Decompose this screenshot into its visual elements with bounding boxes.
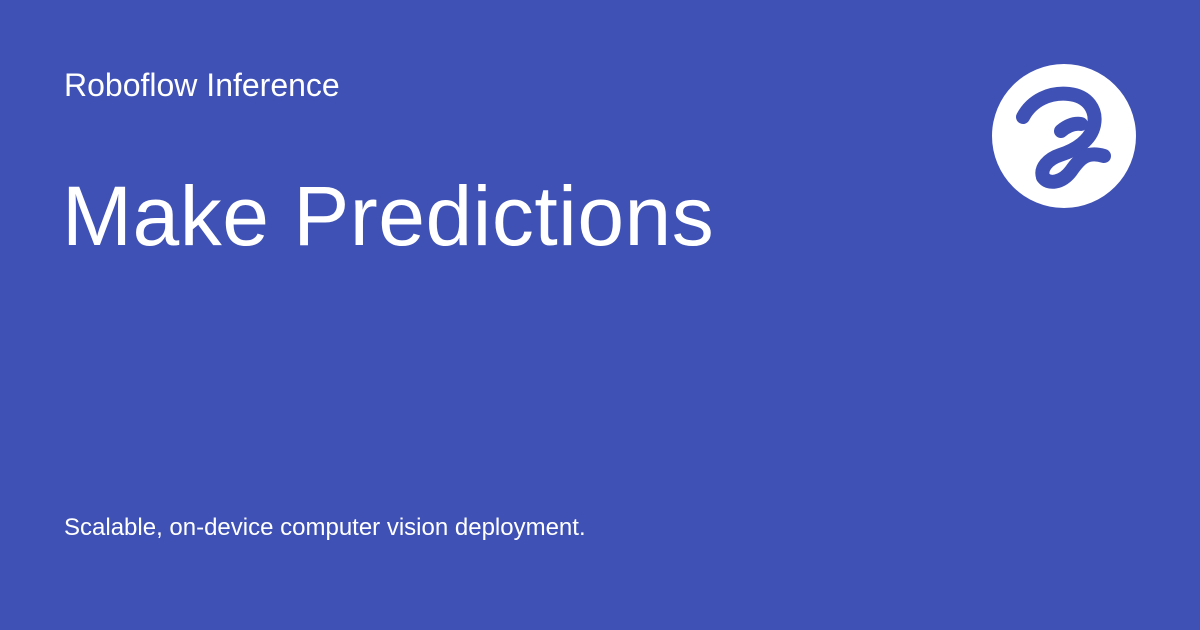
page-title: Make Predictions	[62, 169, 715, 263]
tagline: Scalable, on-device computer vision depl…	[64, 514, 586, 541]
social-card: Roboflow Inference Make Predictions Scal…	[0, 0, 1200, 630]
product-name: Roboflow Inference	[64, 67, 340, 103]
roboflow-logo-icon	[992, 64, 1136, 208]
